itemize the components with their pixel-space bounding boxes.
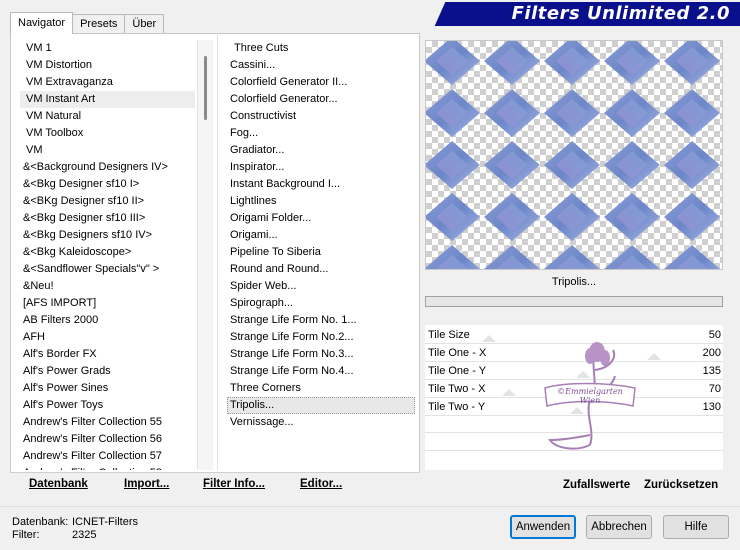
category-item[interactable]: Andrew's Filter Collection 57 (20, 448, 195, 465)
filter-item[interactable]: Instant Background I... (227, 176, 415, 193)
status-filter-value: 2325 (72, 529, 97, 541)
right-button-bar: Zufallswerte Zurücksetzen (425, 472, 723, 498)
filter-item[interactable]: Fog... (227, 125, 415, 142)
status-db-value: ICNET-Filters (72, 516, 138, 528)
category-item[interactable]: AFH (20, 329, 195, 346)
reset-button[interactable]: Zurücksetzen (644, 479, 718, 491)
filter-item[interactable]: Vernissage... (227, 414, 415, 431)
filter-item[interactable]: Spider Web... (227, 278, 415, 295)
filter-item[interactable]: Three Cuts (227, 40, 415, 57)
editor-button[interactable]: Editor... (300, 478, 342, 490)
category-item[interactable]: Alf's Power Grads (20, 363, 195, 380)
filter-item[interactable]: Strange Life Form No.2... (227, 329, 415, 346)
current-filter-name: Tripolis... (551, 276, 597, 288)
param-label: Tile Two - Y (428, 401, 486, 413)
filter-item[interactable]: Origami Folder... (227, 210, 415, 227)
category-item[interactable]: Alf's Power Toys (20, 397, 195, 414)
filter-item[interactable]: Cassini... (227, 57, 415, 74)
category-scrollbar[interactable] (197, 40, 213, 470)
param-value: 200 (702, 347, 721, 359)
random-values-button[interactable]: Zufallswerte (563, 479, 630, 491)
tab-presets[interactable]: Presets (72, 14, 126, 34)
category-list[interactable]: VM 1 VM Distortion VM Extravaganza VM Insta… (20, 40, 195, 470)
category-item[interactable]: AB Filters 2000 (20, 312, 195, 329)
filter-item[interactable]: Constructivist (227, 108, 415, 125)
param-value: 50 (708, 329, 721, 341)
category-item[interactable]: Andrew's Filter Collection 56 (20, 431, 195, 448)
category-item[interactable]: &<Bkg Kaleidoscope> (20, 244, 195, 261)
watermark-logo: ©Emmielgarten Wien (544, 342, 636, 450)
filter-item[interactable]: Colorfield Generator II... (227, 74, 415, 91)
category-item[interactable]: VM Extravaganza (20, 74, 195, 91)
import-button[interactable]: Import... (124, 478, 169, 490)
cancel-button[interactable]: Abbrechen (586, 515, 652, 539)
filter-item[interactable]: Lightlines (227, 193, 415, 210)
apply-button[interactable]: Anwenden (510, 515, 576, 539)
filter-item[interactable]: Strange Life Form No.4... (227, 363, 415, 380)
category-item[interactable]: VM Instant Art (20, 91, 195, 108)
tab-uber[interactable]: Über (124, 14, 165, 34)
category-item[interactable]: &<Bkg Designer sf10 III> (20, 210, 195, 227)
banner-title: Filters Unlimited 2.0 (511, 3, 730, 24)
app-banner: Filters Unlimited 2.0 (430, 0, 740, 28)
param-value: 135 (702, 365, 721, 377)
param-label: Tile Size (428, 329, 470, 341)
category-item[interactable]: &<Sandflower Specials"v" > (20, 261, 195, 278)
slider-knob[interactable] (646, 353, 661, 360)
status-db-label: Datenbank: (12, 516, 69, 528)
filter-list[interactable]: Three Cuts Cassini... Colorfield Generator… (227, 40, 415, 470)
param-label: Tile One - Y (428, 365, 487, 377)
progress-bar (425, 296, 723, 307)
datenbank-button[interactable]: Datenbank (29, 478, 88, 490)
category-item[interactable]: &<Bkg Designers sf10 IV> (20, 227, 195, 244)
filter-item[interactable]: Strange Life Form No. 1... (227, 312, 415, 329)
param-value: 130 (702, 401, 721, 413)
param-label: Tile Two - X (428, 383, 486, 395)
svg-text:Wien: Wien (580, 396, 601, 405)
filter-item[interactable]: Round and Round... (227, 261, 415, 278)
left-button-bar: Datenbank Import... Filter Info... Edito… (10, 472, 420, 498)
tab-navigator[interactable]: Navigator (10, 12, 74, 34)
status-filter-label: Filter: (12, 529, 40, 541)
category-item[interactable]: Alf's Border FX (20, 346, 195, 363)
svg-text:©Emmielgarten: ©Emmielgarten (557, 387, 623, 396)
param-value: 70 (708, 383, 721, 395)
category-item[interactable]: [AFS IMPORT] (20, 295, 195, 312)
param-label: Tile One - X (428, 347, 487, 359)
filter-item[interactable]: Colorfield Generator... (227, 91, 415, 108)
preview-pattern (426, 41, 722, 269)
category-item[interactable]: VM Distortion (20, 57, 195, 74)
filter-item[interactable]: Pipeline To Siberia (227, 244, 415, 261)
filter-item[interactable]: Three Corners (227, 380, 415, 397)
category-item[interactable]: VM 1 (20, 40, 195, 57)
list-divider (217, 33, 218, 470)
category-item[interactable]: &<Bkg Designer sf10 I> (20, 176, 195, 193)
slider-knob[interactable] (481, 335, 496, 342)
category-item[interactable]: Alf's Power Sines (20, 380, 195, 397)
scrollbar-thumb[interactable] (204, 56, 207, 120)
filter-item[interactable]: Inspirator... (227, 159, 415, 176)
category-item[interactable]: &<Background Designers IV> (20, 159, 195, 176)
category-item[interactable]: &Neu! (20, 278, 195, 295)
filter-item[interactable]: Gradiator... (227, 142, 415, 159)
footer-divider (0, 506, 740, 507)
preview-image (425, 40, 723, 270)
filter-item[interactable]: Origami... (227, 227, 415, 244)
filter-info-button[interactable]: Filter Info... (203, 478, 265, 490)
category-item[interactable]: &<BKg Designer sf10 II> (20, 193, 195, 210)
category-item[interactable]: VM (20, 142, 195, 159)
tab-bar: Navigator Presets Über (10, 12, 165, 34)
status-filter: Filter: 2325 (12, 529, 96, 541)
status-database: Datenbank: ICNET-Filters (12, 516, 138, 528)
slider-knob[interactable] (501, 389, 516, 396)
category-item[interactable]: Andrew's Filter Collection 55 (20, 414, 195, 431)
filter-item[interactable]: Strange Life Form No.3... (227, 346, 415, 363)
category-item[interactable]: VM Toolbox (20, 125, 195, 142)
category-item[interactable]: VM Natural (20, 108, 195, 125)
help-button[interactable]: Hilfe (663, 515, 729, 539)
filter-item[interactable]: Spirograph... (227, 295, 415, 312)
category-item[interactable]: Andrew's Filter Collection 58 (20, 465, 195, 470)
filter-item[interactable]: Tripolis... (227, 397, 415, 414)
